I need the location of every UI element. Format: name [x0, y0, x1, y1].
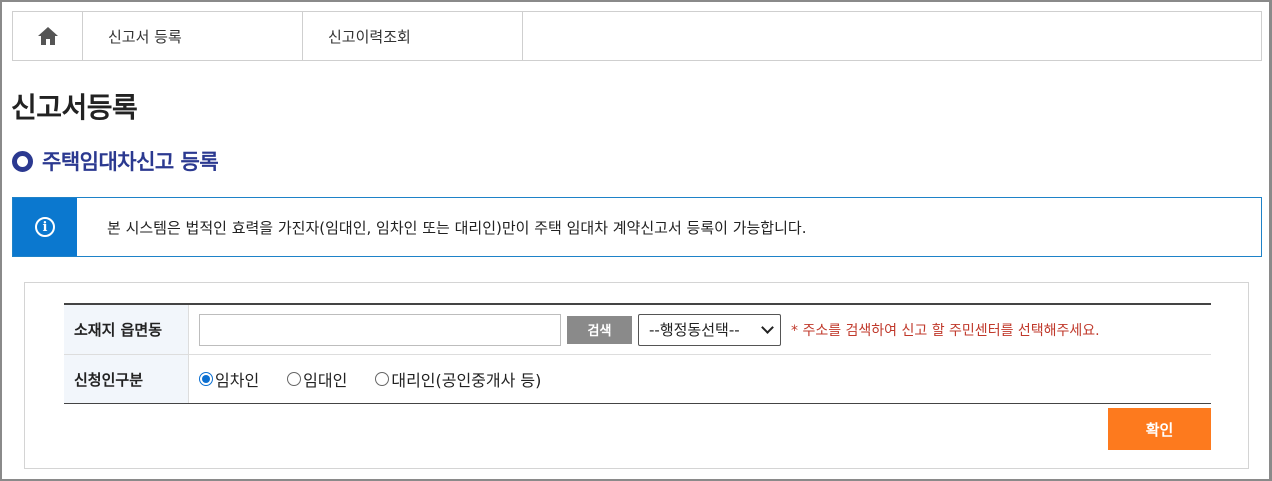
- radio-landlord[interactable]: 임대인: [287, 367, 347, 391]
- notice-icon-box: i: [13, 198, 77, 256]
- confirm-button[interactable]: 확인: [1108, 408, 1211, 450]
- chevron-down-icon: [761, 320, 774, 334]
- notice-text: 본 시스템은 법적인 효력을 가진자(임대인, 임차인 또는 대리인)만이 주택…: [107, 218, 807, 237]
- radio-agent[interactable]: 대리인(공인중개사 등): [375, 367, 541, 391]
- applicant-row: 신청인구분 임차인 임대인 대리인(공인중개사 등): [64, 354, 1211, 403]
- applicant-label: 신청인구분: [64, 355, 189, 403]
- radio-tenant[interactable]: 임차인: [199, 367, 259, 391]
- radio-landlord-dot[interactable]: [287, 372, 302, 386]
- location-hint: * 주소를 검색하여 신고 할 주민센터를 선택해주세요.: [791, 322, 1100, 339]
- dong-select[interactable]: --행정동선택--: [638, 313, 781, 346]
- form-panel: 소재지 읍면동 검색 --행정동선택-- * 주소를 검색하여 신고 할 주민센…: [24, 282, 1249, 469]
- radio-tenant-label: 임차인: [215, 371, 260, 390]
- tab-report-register[interactable]: 신고서 등록: [83, 12, 303, 60]
- home-button[interactable]: [13, 12, 83, 60]
- location-label: 소재지 읍면동: [64, 305, 189, 354]
- radio-agent-label: 대리인(공인중개사 등): [391, 371, 542, 390]
- tab-report-history[interactable]: 신고이력조회: [303, 12, 523, 60]
- notice-box: i 본 시스템은 법적인 효력을 가진자(임대인, 임차인 또는 대리인)만이 …: [12, 197, 1262, 257]
- radio-agent-dot[interactable]: [375, 372, 390, 386]
- applicant-cell: 임차인 임대인 대리인(공인중개사 등): [189, 355, 1211, 403]
- radio-landlord-label: 임대인: [303, 371, 348, 390]
- location-cell: 검색 --행정동선택-- * 주소를 검색하여 신고 할 주민센터를 선택해주세…: [189, 305, 1211, 354]
- info-icon: i: [35, 217, 55, 237]
- applicant-radio-group: 임차인 임대인 대리인(공인중개사 등): [199, 367, 569, 391]
- dong-select-value: --행정동선택--: [649, 321, 740, 339]
- section-title: 주택임대차신고 등록: [12, 146, 219, 176]
- circle-bullet-icon: [12, 150, 33, 172]
- search-button[interactable]: 검색: [567, 315, 632, 344]
- section-title-text: 주택임대차신고 등록: [42, 150, 219, 174]
- form-table: 소재지 읍면동 검색 --행정동선택-- * 주소를 검색하여 신고 할 주민센…: [64, 303, 1211, 404]
- location-row: 소재지 읍면동 검색 --행정동선택-- * 주소를 검색하여 신고 할 주민센…: [64, 305, 1211, 354]
- address-input[interactable]: [199, 313, 561, 346]
- page-title: 신고서등록: [11, 91, 138, 124]
- home-icon: [37, 27, 58, 45]
- top-nav: 신고서 등록 신고이력조회: [12, 11, 1262, 61]
- radio-tenant-dot[interactable]: [199, 372, 213, 386]
